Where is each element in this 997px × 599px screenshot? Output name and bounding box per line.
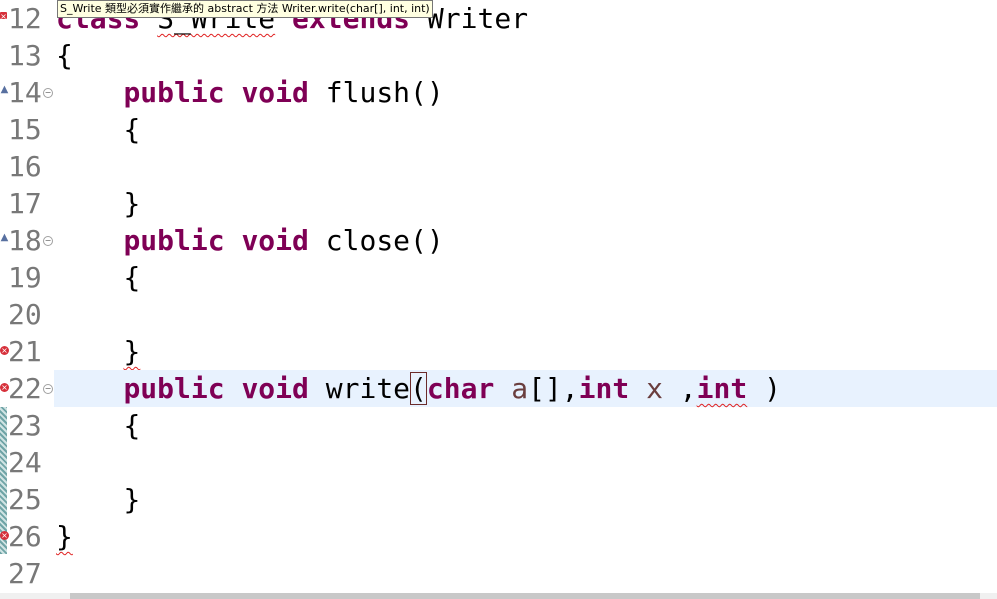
- code-line-23[interactable]: 23 {: [0, 407, 997, 444]
- line-number: 19: [8, 261, 42, 294]
- code-line-24[interactable]: 24: [0, 444, 997, 481]
- brace: }: [56, 520, 73, 553]
- method-name: write: [325, 372, 411, 405]
- line-number: 27: [8, 557, 42, 590]
- keyword-void: void: [241, 224, 309, 257]
- line-number: 26: [8, 520, 42, 553]
- brace: {: [123, 113, 141, 146]
- method-name: close(): [325, 224, 444, 257]
- close-paren: ): [747, 372, 781, 405]
- code-line-21[interactable]: × 21 }: [0, 333, 997, 370]
- line-number: 17: [8, 187, 42, 220]
- code-line-13[interactable]: 13 {: [0, 37, 997, 74]
- keyword-public: public: [123, 76, 225, 109]
- keyword-void: void: [241, 372, 309, 405]
- error-tooltip: S_Write 類型必須實作繼承的 abstract 方法 Writer.wri…: [57, 0, 433, 18]
- line-number: 23: [8, 409, 42, 442]
- code-text: }: [56, 518, 73, 555]
- code-line-22[interactable]: × 22 − public void write(char a[],int x …: [0, 370, 997, 407]
- line-number: 22: [8, 372, 42, 405]
- code-line-25[interactable]: 25 }: [0, 481, 997, 518]
- code-line-20[interactable]: 20: [0, 296, 997, 333]
- line-number: 21: [8, 335, 42, 368]
- line-number: 20: [8, 298, 42, 331]
- bracket-match-highlight: (: [410, 372, 427, 405]
- brace: }: [123, 187, 141, 220]
- superclass-name: Writer: [426, 2, 529, 35]
- error-x-icon[interactable]: ×: [0, 12, 7, 21]
- comma: ,: [662, 372, 697, 405]
- code-line-15[interactable]: 15 {: [0, 111, 997, 148]
- brace: }: [123, 335, 141, 368]
- code-line-14[interactable]: ▲ 14 − public void flush(): [0, 74, 997, 111]
- brace: {: [123, 261, 141, 294]
- code-line-18[interactable]: ▲ 18 − public void close(): [0, 222, 997, 259]
- line-number: 24: [8, 446, 42, 479]
- horizontal-scrollbar[interactable]: [0, 593, 997, 599]
- line-number: 12: [8, 2, 42, 35]
- array-brackets: [],: [528, 372, 579, 405]
- keyword-int-error: int: [696, 372, 748, 405]
- method-name: flush(): [325, 76, 444, 109]
- parameter-x: x: [646, 372, 663, 405]
- line-number: 13: [8, 39, 42, 72]
- code-line-27[interactable]: 27: [0, 555, 997, 592]
- code-text: {: [56, 407, 140, 444]
- code-text: }: [56, 333, 140, 370]
- code-text: {: [56, 259, 140, 296]
- code-line-26[interactable]: × 26 }: [0, 518, 997, 555]
- code-text: public void flush(): [56, 74, 444, 111]
- parameter-a: a: [511, 372, 529, 405]
- keyword-char: char: [426, 372, 495, 405]
- keyword-void: void: [241, 76, 309, 109]
- code-text: {: [56, 111, 140, 148]
- line-number: 14: [8, 76, 42, 109]
- keyword-public: public: [123, 372, 225, 405]
- code-text: public void write(char a[],int x ,int ): [56, 370, 781, 407]
- fold-minus-icon[interactable]: −: [43, 384, 53, 394]
- code-text: }: [56, 185, 140, 222]
- code-line-16[interactable]: 16: [0, 148, 997, 185]
- line-number: 16: [8, 150, 42, 183]
- line-number: 18: [8, 224, 42, 257]
- code-text: {: [56, 39, 73, 72]
- code-text: }: [56, 481, 140, 518]
- keyword-int: int: [578, 372, 630, 405]
- line-number: 15: [8, 113, 42, 146]
- brace: {: [123, 409, 141, 442]
- code-line-19[interactable]: 19 {: [0, 259, 997, 296]
- brace: }: [123, 483, 141, 516]
- code-line-17[interactable]: 17 }: [0, 185, 997, 222]
- code-text: public void close(): [56, 222, 444, 259]
- fold-minus-icon[interactable]: −: [43, 88, 53, 98]
- fold-minus-icon[interactable]: −: [43, 236, 53, 246]
- keyword-public: public: [123, 224, 225, 257]
- code-editor[interactable]: S_Write 類型必須實作繼承的 abstract 方法 Writer.wri…: [0, 0, 997, 599]
- scrollbar-thumb[interactable]: [70, 593, 980, 599]
- line-number: 25: [8, 483, 42, 516]
